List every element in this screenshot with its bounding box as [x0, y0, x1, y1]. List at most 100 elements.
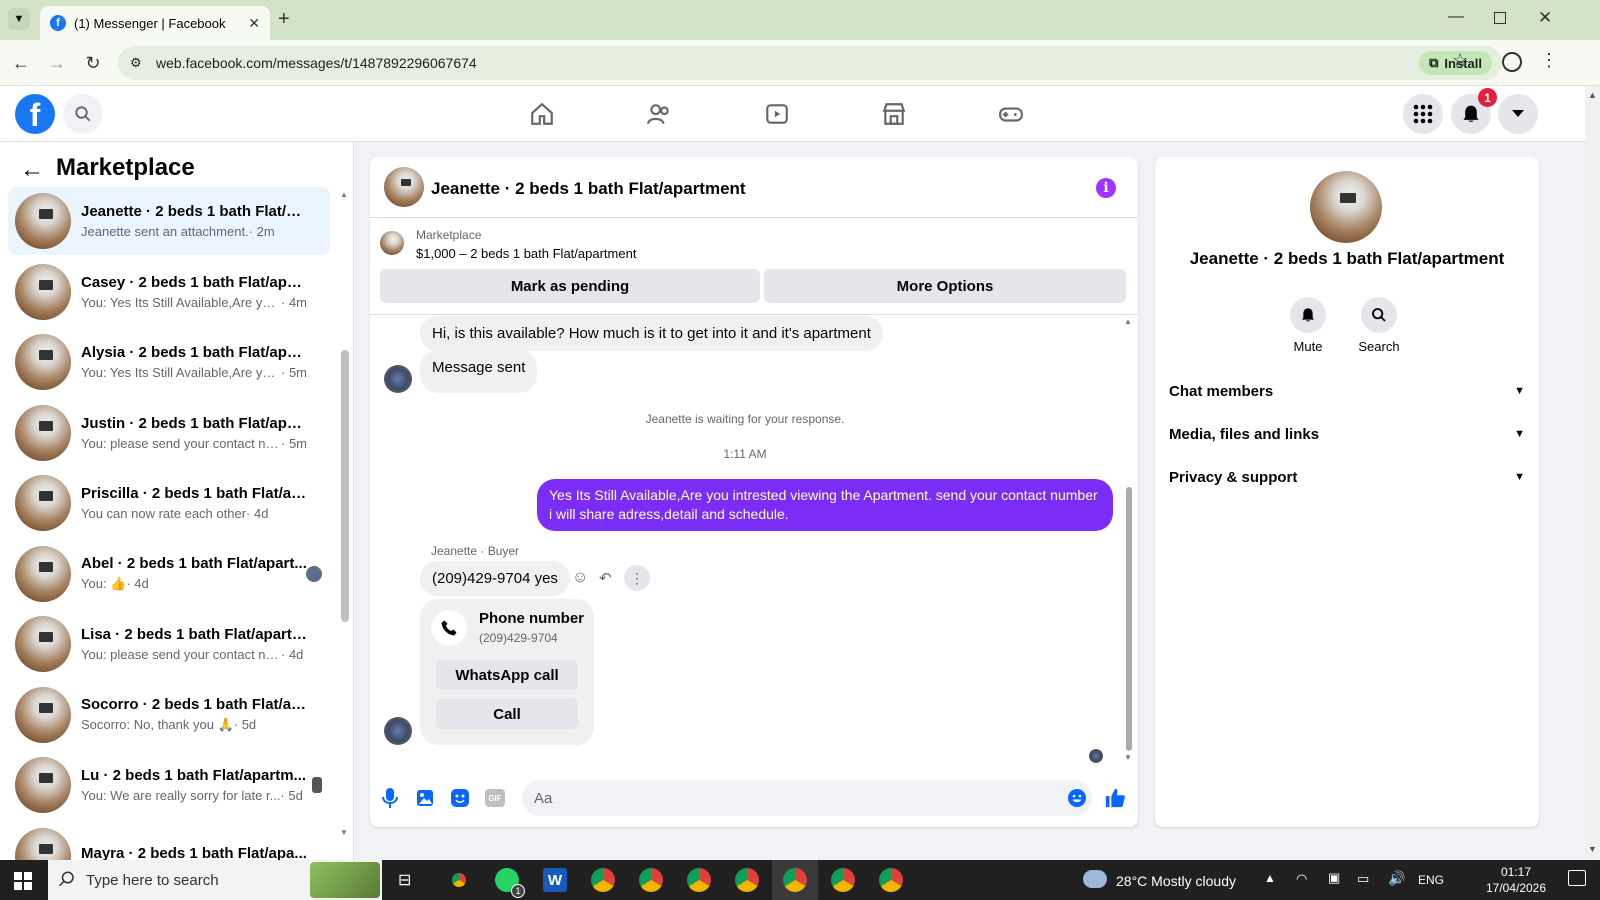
notification-center-icon[interactable] [1568, 870, 1586, 886]
scroll-up-icon[interactable]: ▲ [1124, 317, 1132, 326]
chat-title[interactable]: Jeanette · 2 beds 1 bath Flat/apartment [431, 179, 746, 199]
mute-button[interactable]: Mute [1278, 297, 1338, 354]
conversation-item[interactable]: Jeanette · 2 beds 1 bath Flat/apa... Jean… [8, 187, 330, 255]
listing-price-title[interactable]: $1,000 – 2 beds 1 bath Flat/apartment [416, 246, 636, 261]
back-arrow-icon[interactable]: ← [20, 156, 44, 184]
chrome-active-taskbar-icon[interactable] [783, 868, 807, 892]
chrome-profile-taskbar-icon[interactable] [591, 868, 615, 892]
whatsapp-call-button[interactable]: WhatsApp call [436, 660, 578, 690]
clock[interactable]: 01:17 17/04/2026 [1481, 864, 1551, 896]
url-field[interactable]: ⚙ web.facebook.com/messages/t/1487892296… [118, 46, 1502, 80]
whatsapp-badge: 1 [511, 884, 525, 898]
chrome-profile-taskbar-icon[interactable] [687, 868, 711, 892]
back-arrow-icon[interactable]: ← [8, 50, 34, 76]
conversation-item[interactable]: Abel · 2 beds 1 bath Flat/apart... You: 👍… [8, 540, 330, 608]
gif-icon[interactable]: GIF [484, 787, 506, 809]
bookmark-star-icon[interactable]: ☆ [1452, 50, 1468, 71]
close-tab-icon[interactable]: ✕ [248, 15, 260, 32]
conversation-info-icon[interactable]: i [1096, 178, 1116, 198]
new-tab-plus-icon[interactable]: + [278, 8, 290, 31]
chrome-profile-taskbar-icon[interactable] [831, 868, 855, 892]
section-media-files-links[interactable]: Media, files and links ▼ [1169, 414, 1525, 454]
conversation-item[interactable]: Lisa · 2 beds 1 bath Flat/apartme... You:… [8, 610, 330, 678]
search-in-conversation-button[interactable]: Search [1349, 297, 1409, 354]
chrome-taskbar-icon[interactable] [447, 868, 471, 892]
friends-icon[interactable] [639, 96, 679, 132]
incoming-message[interactable]: Message sent [420, 350, 538, 393]
chat-avatar[interactable] [384, 167, 424, 207]
scroll-down-icon[interactable]: ▼ [340, 828, 348, 837]
profile-icon[interactable] [1502, 52, 1522, 72]
contact-avatar[interactable] [1310, 171, 1382, 243]
conversation-list-scrollbar[interactable] [341, 350, 349, 622]
facebook-logo[interactable]: f [15, 94, 55, 134]
windows-taskbar: Type here to search ⊟ 1 W 28°C Mostly cl… [0, 860, 1600, 900]
menu-grid-icon[interactable] [1403, 94, 1443, 134]
watch-video-icon[interactable] [757, 96, 797, 132]
taskbar-search-input[interactable]: Type here to search [48, 860, 382, 900]
microphone-icon[interactable] [379, 787, 401, 809]
section-chat-members[interactable]: Chat members ▼ [1169, 371, 1525, 411]
home-icon[interactable] [522, 96, 562, 132]
word-taskbar-icon[interactable]: W [543, 868, 567, 892]
conversation-item[interactable]: Alysia · 2 beds 1 bath Flat/apart... You:… [8, 328, 330, 396]
weather-text[interactable]: 28°C Mostly cloudy [1116, 873, 1236, 889]
conversation-item[interactable]: Lu · 2 beds 1 bath Flat/apartm... You: We… [8, 751, 330, 819]
volume-icon[interactable]: 🔊 [1388, 870, 1405, 887]
scroll-up-icon[interactable]: ▲ [1588, 90, 1597, 100]
chrome-profile-taskbar-icon[interactable] [879, 868, 903, 892]
sender-avatar[interactable] [384, 717, 412, 745]
call-button[interactable]: Call [436, 699, 578, 729]
search-icon[interactable] [63, 94, 103, 134]
sender-avatar[interactable] [384, 365, 412, 393]
conversation-item[interactable]: Socorro · 2 beds 1 bath Flat/apar... Soco… [8, 681, 330, 749]
conversation-item[interactable]: Priscilla · 2 beds 1 bath Flat/apar... Yo… [8, 469, 330, 537]
page-scrollbar[interactable]: ▲ ▼ [1585, 86, 1600, 860]
conversation-preview: Jeanette sent an attachment. [81, 224, 249, 239]
reply-icon[interactable]: ↶ [599, 569, 612, 587]
section-privacy-support[interactable]: Privacy & support ▼ [1169, 457, 1525, 497]
conversation-item[interactable]: Casey · 2 beds 1 bath Flat/apart... You: … [8, 258, 330, 326]
browser-menu-icon[interactable]: ⋮ [1540, 50, 1558, 71]
incoming-message[interactable]: (209)429-9704 yes [420, 561, 570, 596]
browser-tab[interactable]: f (1) Messenger | Facebook ✕ [40, 6, 270, 40]
input-language[interactable]: ENG [1418, 873, 1444, 887]
gaming-icon[interactable] [991, 96, 1031, 132]
windows-start-icon[interactable] [14, 872, 32, 890]
minimize-icon[interactable]: — [1448, 8, 1464, 26]
chrome-profile-taskbar-icon[interactable] [639, 868, 663, 892]
battery-icon[interactable]: ▭ [1357, 871, 1369, 887]
more-options-button[interactable]: More Options [764, 269, 1126, 303]
sticker-icon[interactable] [449, 787, 471, 809]
weather-cloud-icon[interactable] [1083, 870, 1107, 888]
emoji-icon[interactable] [1066, 787, 1088, 809]
photo-icon[interactable] [414, 787, 436, 809]
meet-now-icon[interactable]: ▣ [1328, 870, 1340, 886]
more-actions-icon[interactable]: ⋮ [624, 565, 650, 591]
account-dropdown-icon[interactable] [1498, 94, 1538, 134]
show-hidden-icons-icon[interactable]: ▲ [1264, 871, 1276, 885]
tab-search-chevron-icon[interactable]: ▼ [8, 8, 30, 30]
task-view-icon[interactable]: ⊟ [398, 870, 411, 890]
scroll-up-icon[interactable]: ▲ [340, 190, 348, 199]
forward-arrow-icon[interactable]: → [44, 50, 70, 76]
scroll-down-icon[interactable]: ▼ [1588, 844, 1597, 854]
chat-scrollbar[interactable] [1126, 487, 1132, 751]
network-icon[interactable]: ◠ [1296, 871, 1307, 887]
marketplace-icon[interactable] [874, 96, 914, 132]
react-emoji-icon[interactable]: ☺ [572, 569, 588, 587]
outgoing-message[interactable]: Yes Its Still Available,Are you intreste… [537, 479, 1113, 531]
thumbs-up-icon[interactable] [1104, 787, 1126, 809]
conversation-item[interactable]: Mayra · 2 beds 1 bath Flat/apa... [8, 822, 330, 860]
restore-icon[interactable] [1494, 12, 1506, 24]
close-window-icon[interactable]: ✕ [1538, 8, 1552, 28]
listing-thumbnail[interactable] [380, 231, 404, 255]
conversation-item[interactable]: Justin · 2 beds 1 bath Flat/apart... You:… [8, 399, 330, 467]
reload-icon[interactable]: ↻ [80, 50, 106, 76]
message-input[interactable]: Aa [522, 780, 1092, 816]
mark-as-pending-button[interactable]: Mark as pending [380, 269, 760, 303]
scroll-down-icon[interactable]: ▼ [1124, 753, 1132, 762]
chrome-profile-taskbar-icon[interactable] [735, 868, 759, 892]
incoming-message[interactable]: Hi, is this available? How much is it to… [420, 316, 883, 351]
site-info-icon[interactable]: ⚙ [130, 55, 142, 71]
